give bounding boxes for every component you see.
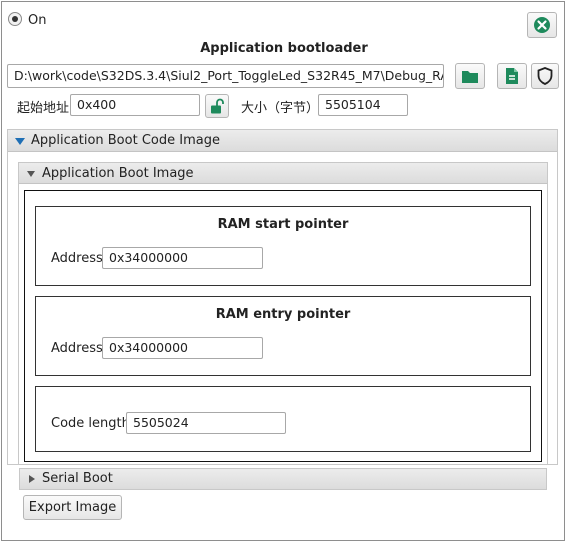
file-icon: [506, 68, 518, 84]
serial-boot-title: Serial Boot: [42, 471, 113, 486]
on-radio-label: On: [28, 13, 47, 28]
code-length-label: Code length: [51, 416, 130, 431]
ram-start-address-label: Address: [51, 251, 103, 266]
path-input[interactable]: D:\work\code\S32DS.3.4\Siul2_Port_Toggle…: [7, 64, 444, 88]
browse-folder-button[interactable]: [455, 63, 485, 89]
size-field[interactable]: 5505104: [318, 94, 408, 116]
size-label: 大小（字节）: [241, 101, 320, 116]
start-address-field[interactable]: 0x400: [70, 94, 200, 116]
folder-icon: [462, 71, 478, 83]
page-title: Application bootloader: [200, 41, 368, 56]
open-file-button[interactable]: [497, 63, 527, 89]
ram-entry-address-label: Address: [51, 341, 103, 356]
unlock-icon: [211, 98, 224, 114]
boot-code-section-title: Application Boot Code Image: [31, 133, 220, 148]
secure-button[interactable]: [531, 63, 559, 89]
shield-icon: [537, 67, 553, 85]
code-length-field[interactable]: 5505024: [126, 412, 286, 434]
collapsed-triangle-icon[interactable]: [29, 475, 35, 483]
on-radio[interactable]: [8, 12, 22, 26]
ram-start-address-field[interactable]: 0x34000000: [102, 247, 263, 269]
close-icon: [534, 17, 550, 33]
ram-entry-title: RAM entry pointer: [215, 307, 351, 322]
expand-triangle-icon[interactable]: [27, 171, 35, 177]
expand-triangle-icon[interactable]: [15, 138, 25, 145]
ram-entry-address-field[interactable]: 0x34000000: [102, 337, 263, 359]
start-address-label: 起始地址: [17, 101, 70, 116]
lock-toggle-button[interactable]: [205, 94, 229, 118]
close-button[interactable]: [527, 12, 557, 38]
boot-image-section-title: Application Boot Image: [42, 166, 194, 181]
export-image-button[interactable]: Export Image: [23, 495, 122, 520]
ram-start-title: RAM start pointer: [217, 217, 349, 232]
